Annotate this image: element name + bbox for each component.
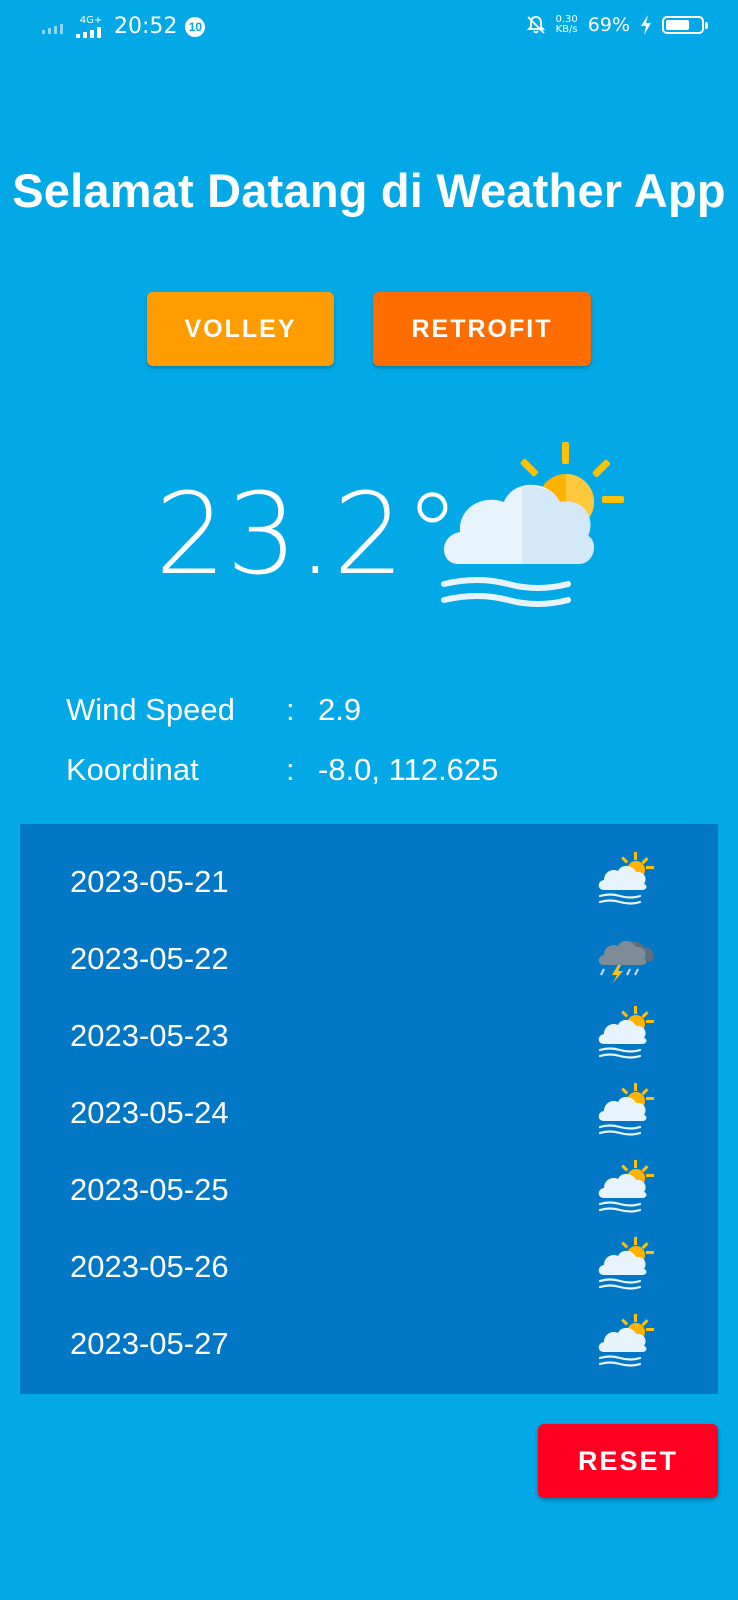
forecast-row[interactable]: 2023-05-24	[20, 1075, 718, 1152]
net-speed-unit: KB/s	[555, 24, 578, 35]
wind-speed-colon: :	[286, 692, 295, 727]
partly-cloudy-wind-icon	[441, 442, 624, 607]
charging-bolt-icon	[641, 15, 651, 35]
forecast-date: 2023-05-23	[70, 1018, 229, 1053]
retrofit-button[interactable]: RETROFIT	[373, 292, 591, 366]
forecast-row[interactable]: 2023-05-26	[20, 1229, 718, 1306]
forecast-row[interactable]: 2023-05-25	[20, 1152, 718, 1229]
partly-cloudy-wind-icon	[596, 1079, 656, 1139]
battery-level	[666, 20, 689, 30]
forecast-date: 2023-05-26	[70, 1249, 229, 1284]
forecast-date: 2023-05-24	[70, 1095, 229, 1130]
status-bar: 4G+ 20:52 10 0.30 KB/s 69%	[0, 0, 738, 62]
partly-cloudy-wind-icon	[596, 1002, 656, 1062]
partly-cloudy-wind-icon	[596, 1233, 656, 1293]
forecast-date: 2023-05-25	[70, 1172, 229, 1207]
coordinate-label: Koordinat	[66, 752, 199, 787]
forecast-date: 2023-05-21	[70, 864, 229, 899]
status-right: 0.30 KB/s 69%	[526, 14, 708, 36]
reset-button[interactable]: RESET	[538, 1424, 718, 1498]
current-temperature: 23.2°	[155, 470, 461, 600]
forecast-row[interactable]: 2023-05-27	[20, 1306, 718, 1383]
coordinate-value: -8.0, 112.625	[318, 752, 499, 787]
page-title: Selamat Datang di Weather App	[12, 164, 726, 217]
coordinate-colon: :	[286, 752, 295, 787]
wind-speed-value: 2.9	[318, 692, 362, 727]
forecast-date: 2023-05-22	[70, 941, 229, 976]
partly-cloudy-wind-icon	[596, 1310, 656, 1370]
notification-badge: 10	[185, 16, 206, 37]
forecast-row[interactable]: 2023-05-21	[20, 844, 718, 921]
forecast-row[interactable]: 2023-05-22	[20, 921, 718, 998]
forecast-row[interactable]: 2023-05-23	[20, 998, 718, 1075]
partly-cloudy-wind-icon	[596, 1156, 656, 1216]
bell-muted-icon	[526, 16, 545, 34]
forecast-date: 2023-05-27	[70, 1326, 229, 1361]
battery-percent: 69%	[587, 14, 630, 36]
thunderstorm-icon	[596, 925, 656, 985]
cell-signal-icon	[76, 26, 101, 38]
volley-button[interactable]: VOLLEY	[147, 292, 334, 366]
battery-icon	[662, 16, 708, 34]
forecast-list: 2023-05-21 2023-05-22 2023-05-23 2023-05-24…	[20, 824, 718, 1394]
clock: 20:52	[114, 14, 178, 39]
status-left: 4G+ 20:52 10	[42, 14, 206, 39]
wifi-signal-icon	[42, 23, 63, 34]
partly-cloudy-wind-icon	[596, 848, 656, 908]
network-type: 4G+	[79, 14, 103, 26]
wind-speed-label: Wind Speed	[66, 692, 235, 727]
